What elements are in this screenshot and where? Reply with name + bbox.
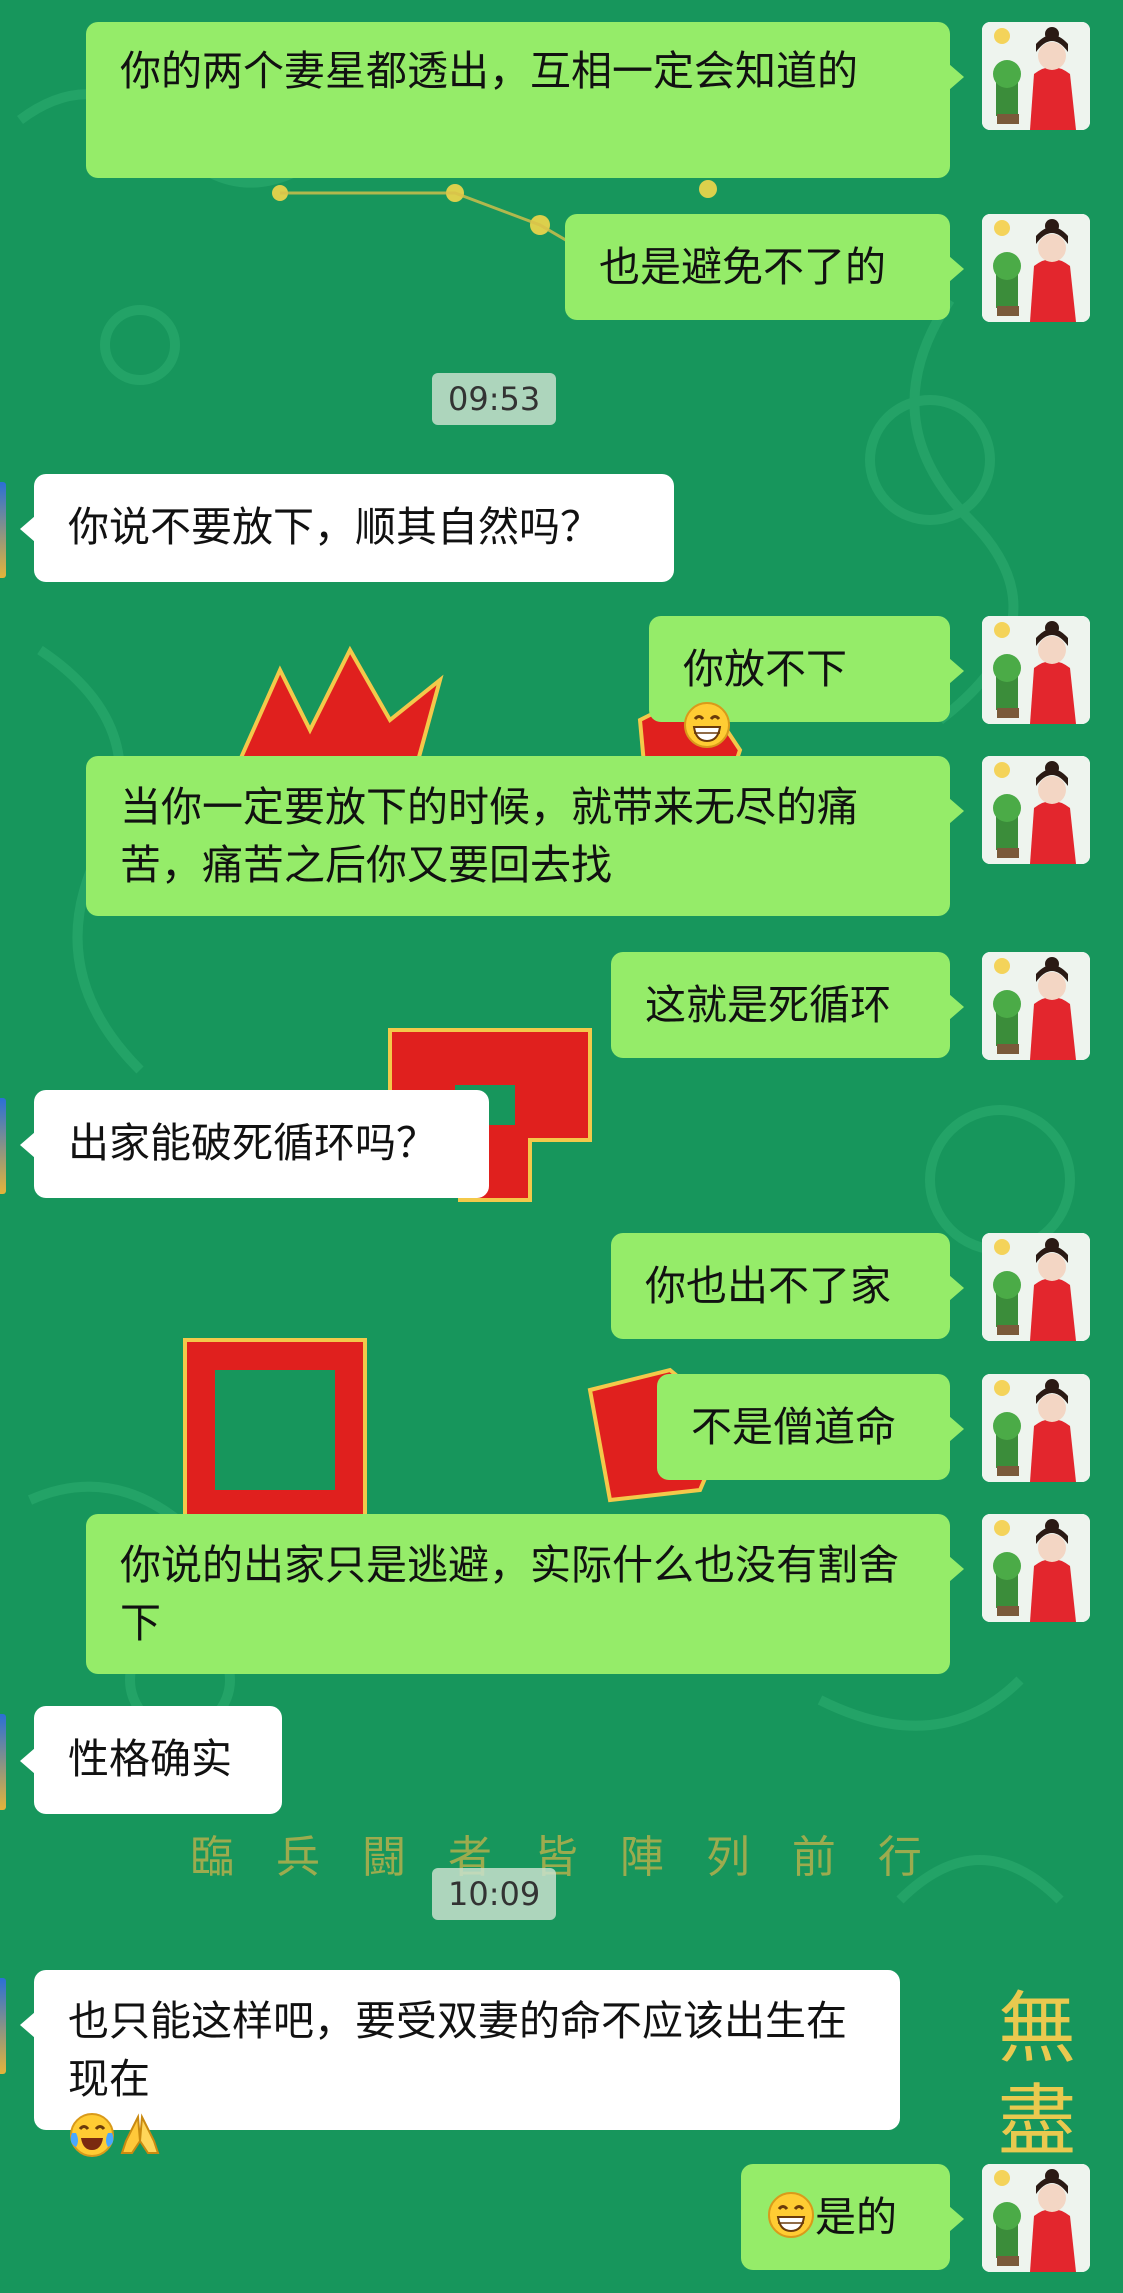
incoming-message-bubble[interactable]: 你说不要放下，顺其自然吗？ [20,474,674,582]
emoji-group [68,2113,164,2161]
my-avatar[interactable] [982,22,1090,130]
my-avatar[interactable] [982,1374,1090,1482]
message-text: 不是僧道命 [691,1403,896,1451]
corner-glyph-2: 盡 [998,2077,1076,2167]
my-avatar[interactable] [982,214,1090,322]
outgoing-message-bubble[interactable]: 你说的出家只是逃避，实际什么也没有割舍下 [86,1514,964,1674]
message-text: 你说的出家只是逃避，实际什么也没有割舍下 [120,1541,899,1647]
message-text: 这就是死循环 [645,981,891,1029]
outgoing-message-bubble[interactable]: 不是僧道命 [657,1374,964,1480]
outgoing-message-bubble[interactable]: 当你一定要放下的时候，就带来无尽的痛苦，痛苦之后你又要回去找 [86,756,964,916]
laugh-cry-emoji [70,2113,114,2157]
outgoing-message-bubble[interactable]: 你的两个妻星都透出，互相一定会知道的 [86,22,964,178]
message-text: 是的 [815,2193,897,2241]
contact-avatar[interactable] [0,1978,6,2074]
my-avatar[interactable] [982,952,1090,1060]
outgoing-message-bubble[interactable]: 这就是死循环 [611,952,964,1058]
message-text: 当你一定要放下的时候，就带来无尽的痛苦，痛苦之后你又要回去找 [120,783,858,889]
message-text: 性格确实 [68,1735,232,1783]
message-text: 你也出不了家 [645,1262,891,1310]
message-text: 你放不下 [683,645,847,693]
incoming-message-bubble[interactable]: 也只能这样吧，要受双妻的命不应该出生在现在 [20,1970,900,2157]
message-text: 也是避免不了的 [599,243,886,291]
my-avatar[interactable] [982,1514,1090,1622]
my-avatar[interactable] [982,616,1090,724]
watermark-text: 臨 兵 闘 者 皆 陣 列 前 行 [190,1832,936,1883]
contact-avatar[interactable] [0,1714,6,1810]
praying-hands-emoji [120,2113,160,2154]
my-avatar[interactable] [982,1233,1090,1341]
incoming-message-bubble[interactable]: 性格确实 [20,1706,282,1814]
outgoing-message-bubble[interactable]: 是的 [741,2164,964,2270]
chat-timestamp: 10:09 [432,1868,557,1920]
message-text: 你的两个妻星都透出，互相一定会知道的 [120,47,858,95]
outgoing-message-bubble[interactable]: 也是避免不了的 [565,214,964,320]
contact-avatar[interactable] [0,1098,6,1194]
outgoing-message-bubble[interactable]: 你也出不了家 [611,1233,964,1339]
message-text: 出家能破死循环吗？ [68,1119,437,1167]
grin-emoji [768,2192,814,2238]
message-text: 你说不要放下，顺其自然吗？ [68,503,601,551]
incoming-message-bubble[interactable]: 出家能破死循环吗？ [20,1090,489,1198]
chat-timestamp: 09:53 [432,373,557,425]
corner-glyph-1: 無 [998,1984,1076,2074]
message-text: 也只能这样吧，要受双妻的命不应该出生在现在 [68,1997,847,2103]
my-avatar[interactable] [982,756,1090,864]
my-avatar[interactable] [982,2164,1090,2272]
grin-emoji [684,702,730,748]
contact-avatar[interactable] [0,482,6,578]
outgoing-message-bubble[interactable]: 你放不下 [649,616,964,748]
